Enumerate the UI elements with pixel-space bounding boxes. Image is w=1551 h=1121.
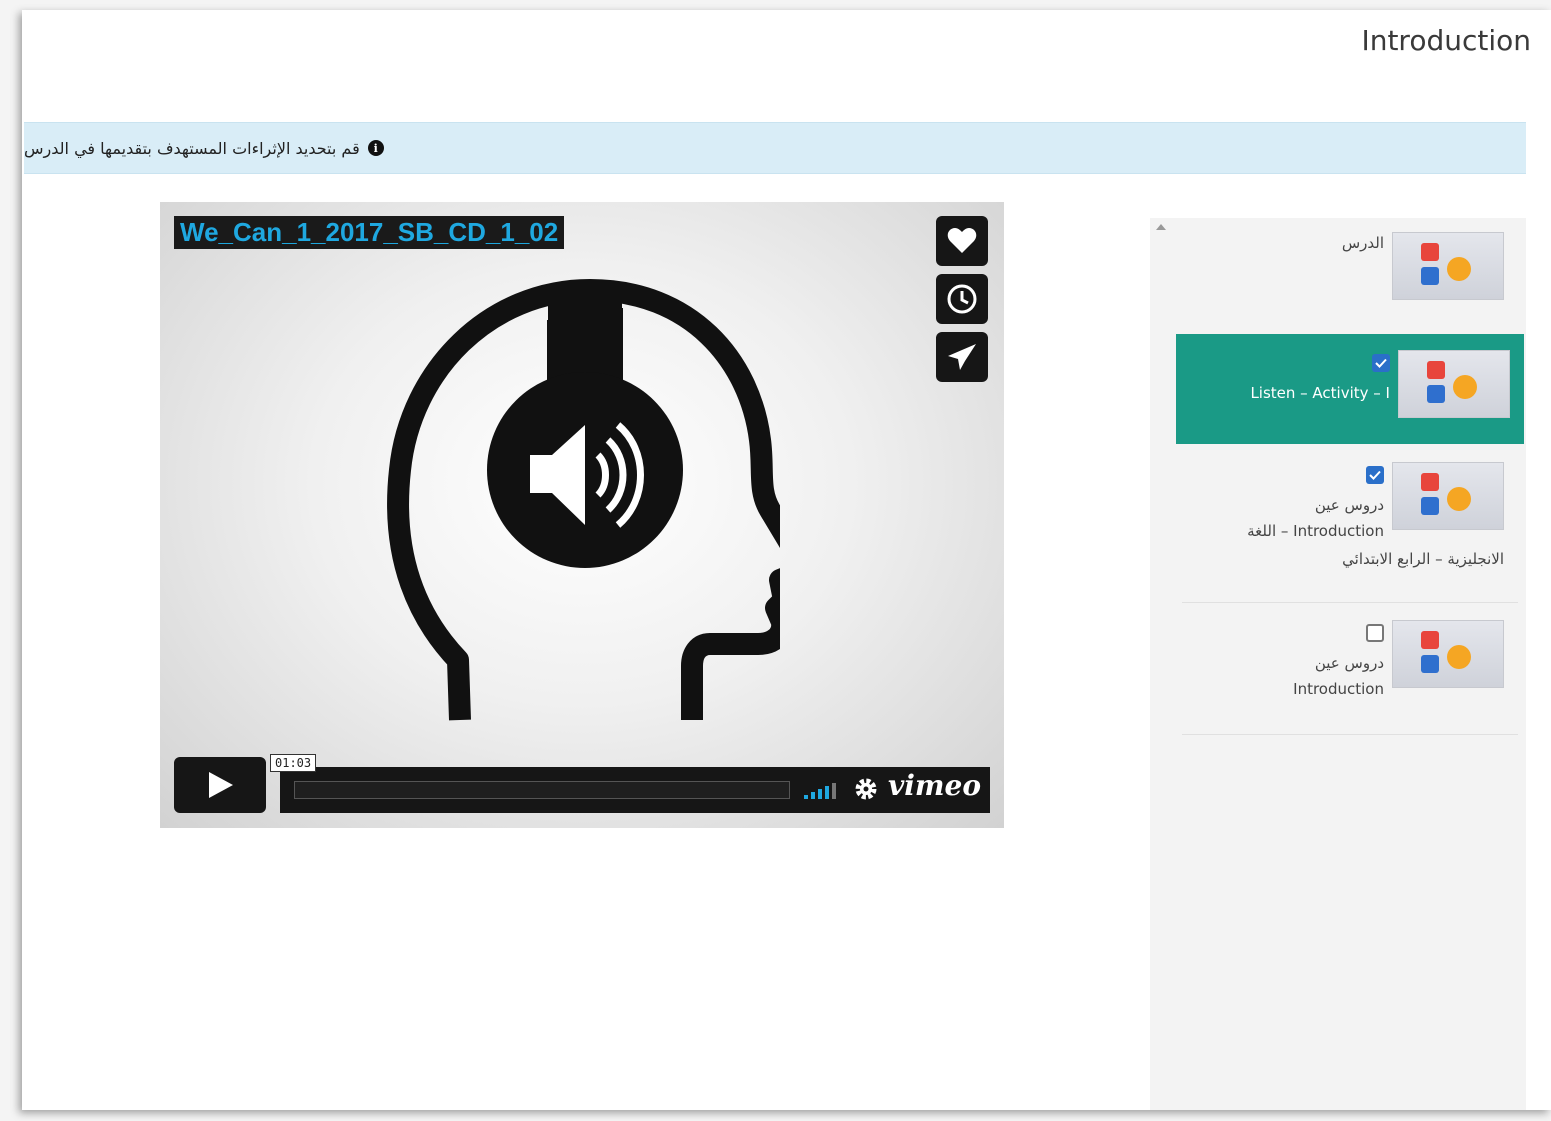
vimeo-logo[interactable]: vimeo — [888, 769, 981, 802]
list-item-listen-activity[interactable]: Listen – Activity – I — [1176, 334, 1524, 444]
like-button[interactable] — [936, 216, 988, 266]
ab-thumbnail-icon — [1392, 462, 1504, 530]
list-item-line1: دروس عين — [1314, 654, 1384, 672]
time-tooltip: 01:03 — [270, 754, 317, 772]
info-banner: i قم بتحديد الإثراءات المستهدف بتقديمها … — [24, 122, 1526, 174]
ab-thumbnail-icon — [1392, 232, 1504, 300]
list-item-label: الدرس — [1341, 234, 1384, 252]
list-divider — [1182, 734, 1518, 735]
play-icon — [209, 772, 233, 798]
list-divider — [1182, 602, 1518, 603]
gear-icon[interactable] — [852, 775, 880, 803]
list-item-lesson[interactable]: الدرس — [1182, 228, 1518, 312]
list-item-line2: Introduction – اللغة — [1247, 522, 1384, 540]
video-title: We_Can_1_2017_SB_CD_1_02 — [174, 216, 565, 249]
player-controls: vimeo 01:03 — [174, 754, 990, 815]
check-icon — [1375, 358, 1387, 368]
list-item-label: Listen – Activity – I — [1250, 384, 1390, 402]
send-icon — [948, 344, 976, 370]
item-checkbox[interactable] — [1366, 624, 1384, 642]
page-frame: Introduction i قم بتحديد الإثراءات المست… — [22, 10, 1551, 1110]
info-icon: i — [367, 140, 384, 156]
check-icon — [1369, 470, 1381, 480]
ab-thumbnail-icon — [1392, 620, 1504, 688]
scroll-up-arrow[interactable] — [1156, 224, 1166, 230]
heart-icon — [947, 228, 977, 253]
video-player[interactable]: We_Can_1_2017_SB_CD_1_02 vimeo 01:03 — [160, 202, 1004, 828]
ab-thumbnail-icon — [1398, 350, 1510, 418]
play-button[interactable] — [174, 757, 266, 813]
progress-bar-container: vimeo — [280, 767, 990, 813]
list-item-line1: دروس عين — [1314, 496, 1384, 514]
list-item-line2: Introduction — [1293, 680, 1384, 698]
item-checkbox[interactable] — [1366, 466, 1384, 484]
volume-icon[interactable] — [804, 781, 840, 799]
item-checkbox[interactable] — [1372, 354, 1390, 372]
enrichment-list[interactable]: الدرس Listen – Activity – I دروس عين Int… — [1150, 218, 1526, 1110]
list-item-eyn-lessons-full[interactable]: دروس عين Introduction – اللغة الانجليزية… — [1182, 458, 1518, 588]
clock-icon — [947, 284, 977, 314]
list-item-line3: الانجليزية – الرابع الابتدائي — [1342, 550, 1504, 568]
page-title: Introduction — [1361, 24, 1531, 57]
headphones-head-illustration — [387, 279, 780, 721]
info-message: قم بتحديد الإثراءات المستهدف بتقديمها في… — [24, 138, 360, 158]
share-button[interactable] — [936, 332, 988, 382]
list-item-eyn-lessons[interactable]: دروس عين Introduction — [1182, 616, 1518, 726]
watch-later-button[interactable] — [936, 274, 988, 324]
progress-track[interactable] — [294, 781, 790, 799]
